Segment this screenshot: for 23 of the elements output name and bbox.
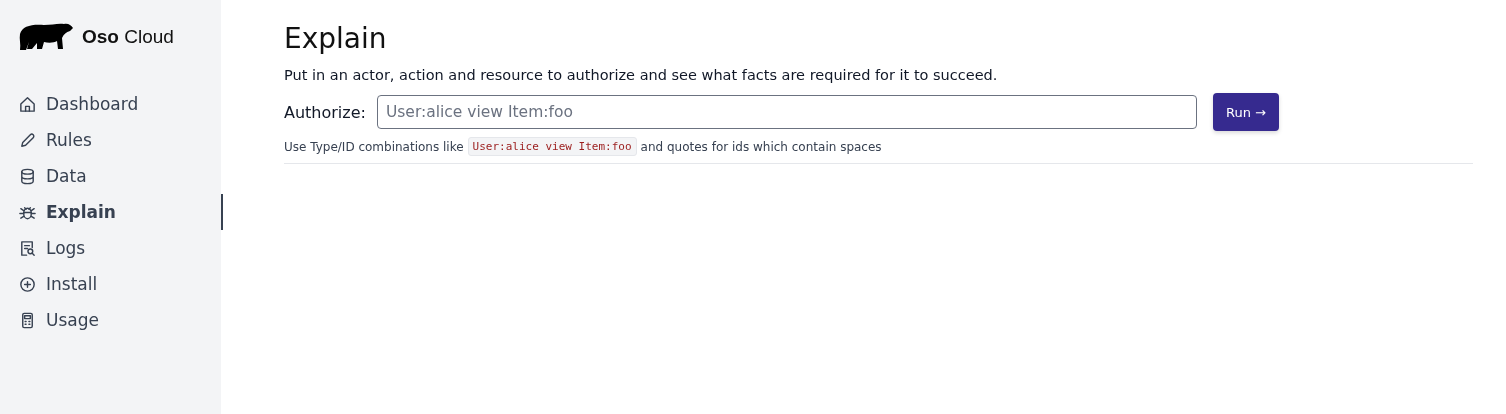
authorize-input[interactable]: User:alice view Item:foo	[376, 95, 1197, 129]
pencil-icon	[18, 130, 37, 150]
sidebar-item[interactable]: Rules	[18, 122, 221, 158]
code-example: User:alice view Item:foo	[467, 137, 637, 156]
bear-logo-icon	[18, 22, 74, 52]
sidebar-item[interactable]: Install	[18, 266, 221, 302]
sidebar-item[interactable]: Logs	[18, 230, 221, 266]
sidebar-item[interactable]: Data	[18, 158, 221, 194]
home-icon	[18, 94, 37, 114]
page-description: Put in an actor, action and resource to authorize and see what facts are required for it to succeed.	[284, 67, 999, 83]
search-document-icon	[18, 238, 37, 258]
sidebar-item[interactable]: Explain	[18, 194, 221, 230]
page-title: Explain	[284, 22, 388, 55]
field-label: Authorize:	[284, 102, 366, 122]
active-indicator	[221, 194, 223, 230]
brand-name: Oso Cloud	[82, 26, 174, 48]
hint-text: and quotes for ids which contain spaces	[640, 139, 882, 154]
run-button[interactable]: Run →	[1212, 93, 1279, 131]
sidebar-item[interactable]: Usage	[18, 302, 221, 338]
hint-text: Use Type/ID combinations like	[284, 139, 464, 154]
plus-circle-icon	[18, 274, 37, 294]
sidebar-item[interactable]: Dashboard	[18, 86, 221, 122]
database-icon	[18, 166, 37, 186]
